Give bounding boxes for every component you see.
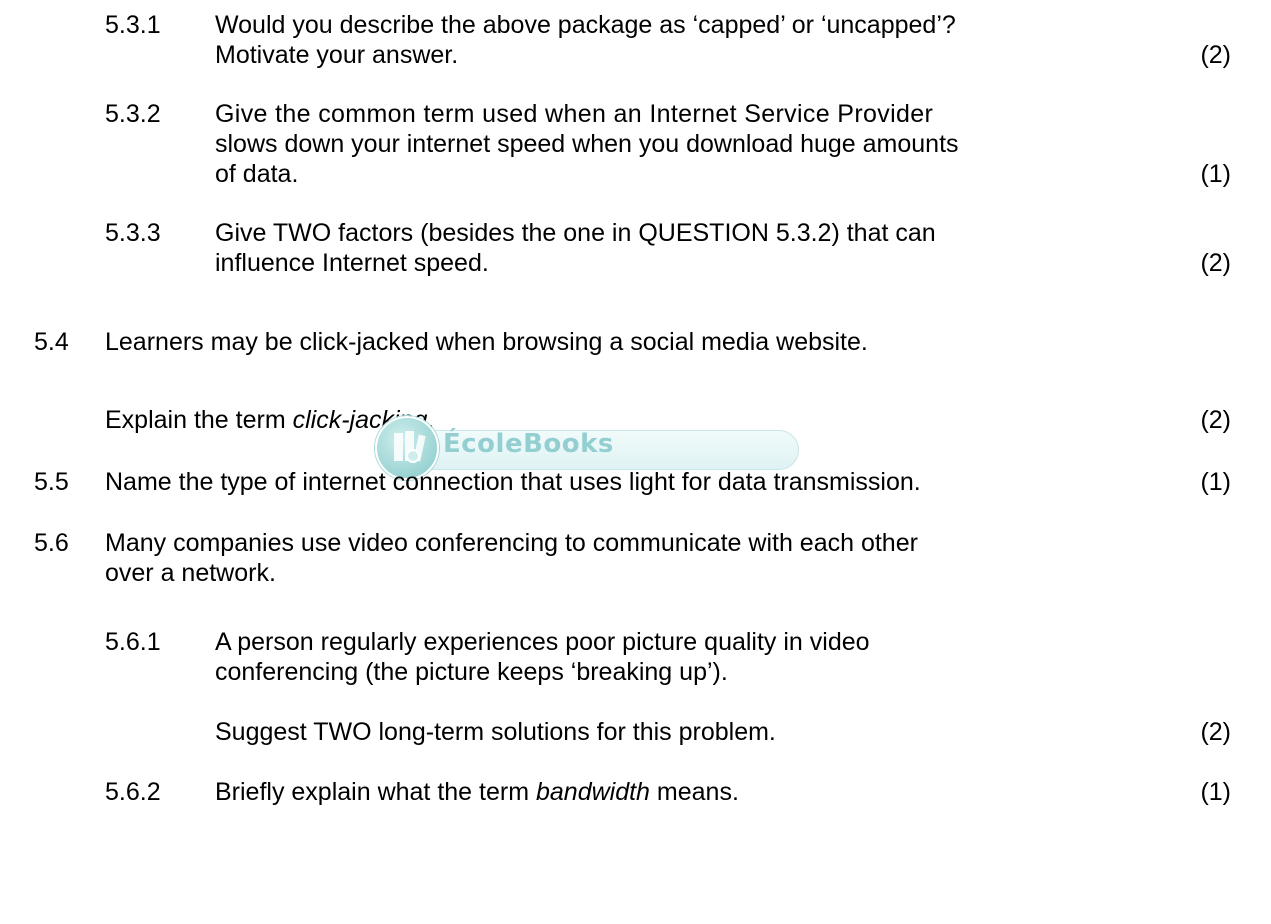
question-text: A person regularly experiences poor pict…: [215, 628, 870, 656]
question-number: 5.5: [34, 468, 69, 496]
question-number: 5.3.2: [105, 100, 161, 128]
marks-label: (2): [1200, 406, 1231, 434]
question-text: Briefly explain what the term bandwidth …: [215, 778, 739, 806]
question-text: slows down your internet speed when you …: [215, 130, 959, 158]
question-text: Would you describe the above package as …: [215, 11, 956, 39]
question-instruction: Suggest TWO long-term solutions for this…: [215, 718, 776, 746]
marks-label: (2): [1200, 249, 1231, 277]
question-text: Many companies use video conferencing to…: [105, 529, 918, 557]
watermark-text: ÉcoleBooks: [443, 429, 614, 459]
question-text: conferencing (the picture keeps ‘breakin…: [215, 658, 728, 686]
question-text: Give TWO factors (besides the one in QUE…: [215, 219, 936, 247]
question-text: of data.: [215, 160, 299, 188]
question-number: 5.3.3: [105, 219, 161, 247]
ecolebooks-watermark: ÉcoleBooks: [375, 414, 801, 480]
question-number: 5.6.2: [105, 778, 161, 806]
question-number: 5.3.1: [105, 11, 161, 39]
question-text: Motivate your answer.: [215, 41, 459, 69]
marks-label: (1): [1200, 160, 1231, 188]
question-text: Name the type of internet connection tha…: [105, 468, 921, 496]
question-number: 5.6.1: [105, 628, 161, 656]
term-italic: bandwidth: [535, 778, 650, 806]
question-number: 5.4: [34, 328, 69, 356]
question-text: Learners may be click-jacked when browsi…: [105, 328, 868, 356]
question-text: influence Internet speed.: [215, 249, 489, 277]
question-text: Give the common term used when an Intern…: [215, 100, 934, 128]
marks-label: (1): [1200, 778, 1231, 806]
marks-label: (1): [1200, 468, 1231, 496]
marks-label: (2): [1200, 41, 1231, 69]
marks-label: (2): [1200, 718, 1231, 746]
question-text: over a network.: [105, 559, 276, 587]
question-number: 5.6: [34, 529, 69, 557]
